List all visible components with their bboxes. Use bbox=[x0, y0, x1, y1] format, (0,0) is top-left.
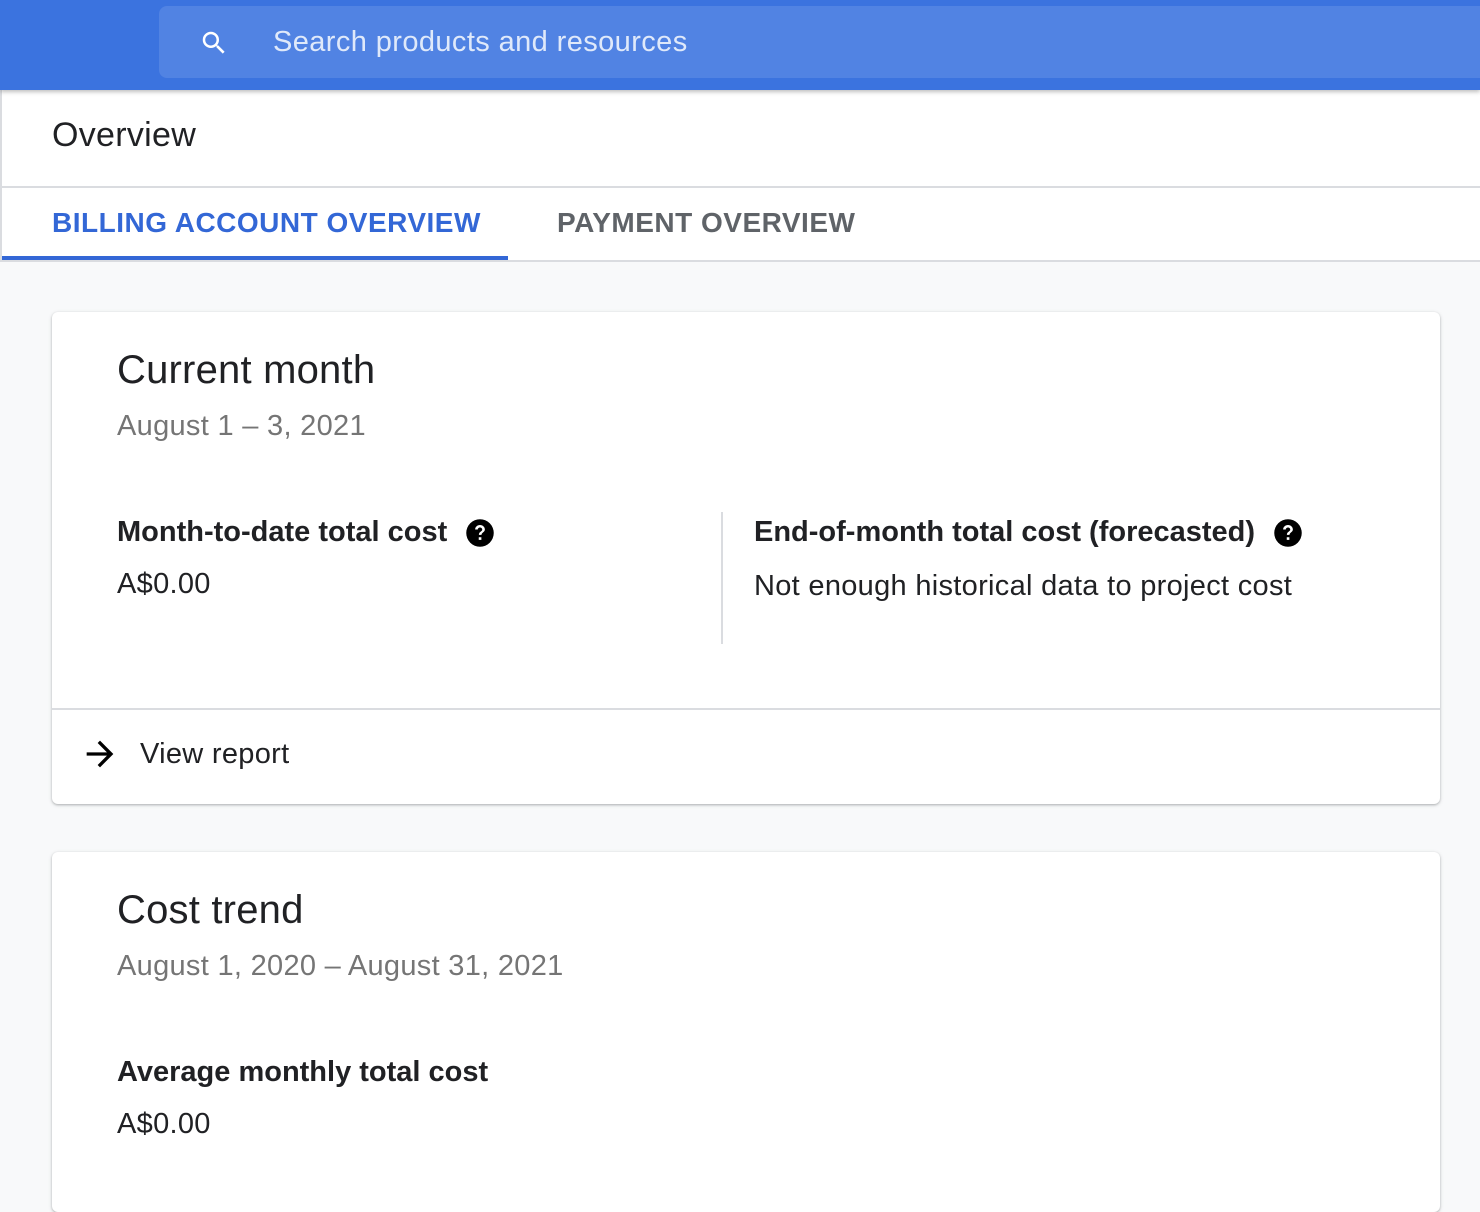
arrow-right-icon bbox=[86, 740, 114, 768]
current-month-card: Current month August 1 – 3, 2021 Month-t… bbox=[52, 312, 1440, 804]
tab-billing-account-overview[interactable]: BILLING ACCOUNT OVERVIEW bbox=[2, 188, 508, 260]
forecast-value: Not enough historical data to project co… bbox=[754, 570, 1293, 602]
average-monthly-value: A$0.00 bbox=[117, 1108, 211, 1140]
cost-trend-card: Cost trend August 1, 2020 – August 31, 2… bbox=[52, 852, 1440, 1212]
metric-label-text: Average monthly total cost bbox=[117, 1056, 489, 1088]
search-bar[interactable] bbox=[159, 6, 1480, 78]
help-icon[interactable] bbox=[465, 518, 495, 548]
tab-bar: BILLING ACCOUNT OVERVIEW PAYMENT OVERVIE… bbox=[2, 188, 1480, 262]
month-to-date-value: A$0.00 bbox=[117, 568, 211, 600]
date-range: August 1 – 3, 2021 bbox=[117, 410, 366, 442]
metric-label-text: Month-to-date total cost bbox=[117, 516, 448, 548]
forecast-label: End-of-month total cost (forecasted) bbox=[754, 516, 1303, 549]
average-monthly-label: Average monthly total cost bbox=[117, 1056, 488, 1089]
search-icon[interactable] bbox=[199, 28, 229, 58]
top-app-bar bbox=[0, 0, 1480, 90]
metric-label-text: End-of-month total cost (forecasted) bbox=[754, 516, 1256, 548]
card-title: Cost trend bbox=[117, 888, 304, 932]
divider bbox=[52, 708, 1440, 710]
help-icon[interactable] bbox=[1273, 518, 1303, 548]
search-input[interactable] bbox=[271, 6, 1421, 78]
date-range: August 1, 2020 – August 31, 2021 bbox=[117, 950, 564, 982]
tab-payment-overview[interactable]: PAYMENT OVERVIEW bbox=[557, 188, 855, 260]
page-title: Overview bbox=[52, 116, 197, 154]
view-report-label: View report bbox=[140, 737, 290, 770]
view-report-link[interactable]: View report bbox=[80, 724, 289, 784]
month-to-date-label: Month-to-date total cost bbox=[117, 516, 495, 549]
page-header: Overview BILLING ACCOUNT OVERVIEW PAYMEN… bbox=[0, 90, 1480, 262]
card-title: Current month bbox=[117, 348, 376, 392]
vertical-divider bbox=[721, 512, 723, 644]
